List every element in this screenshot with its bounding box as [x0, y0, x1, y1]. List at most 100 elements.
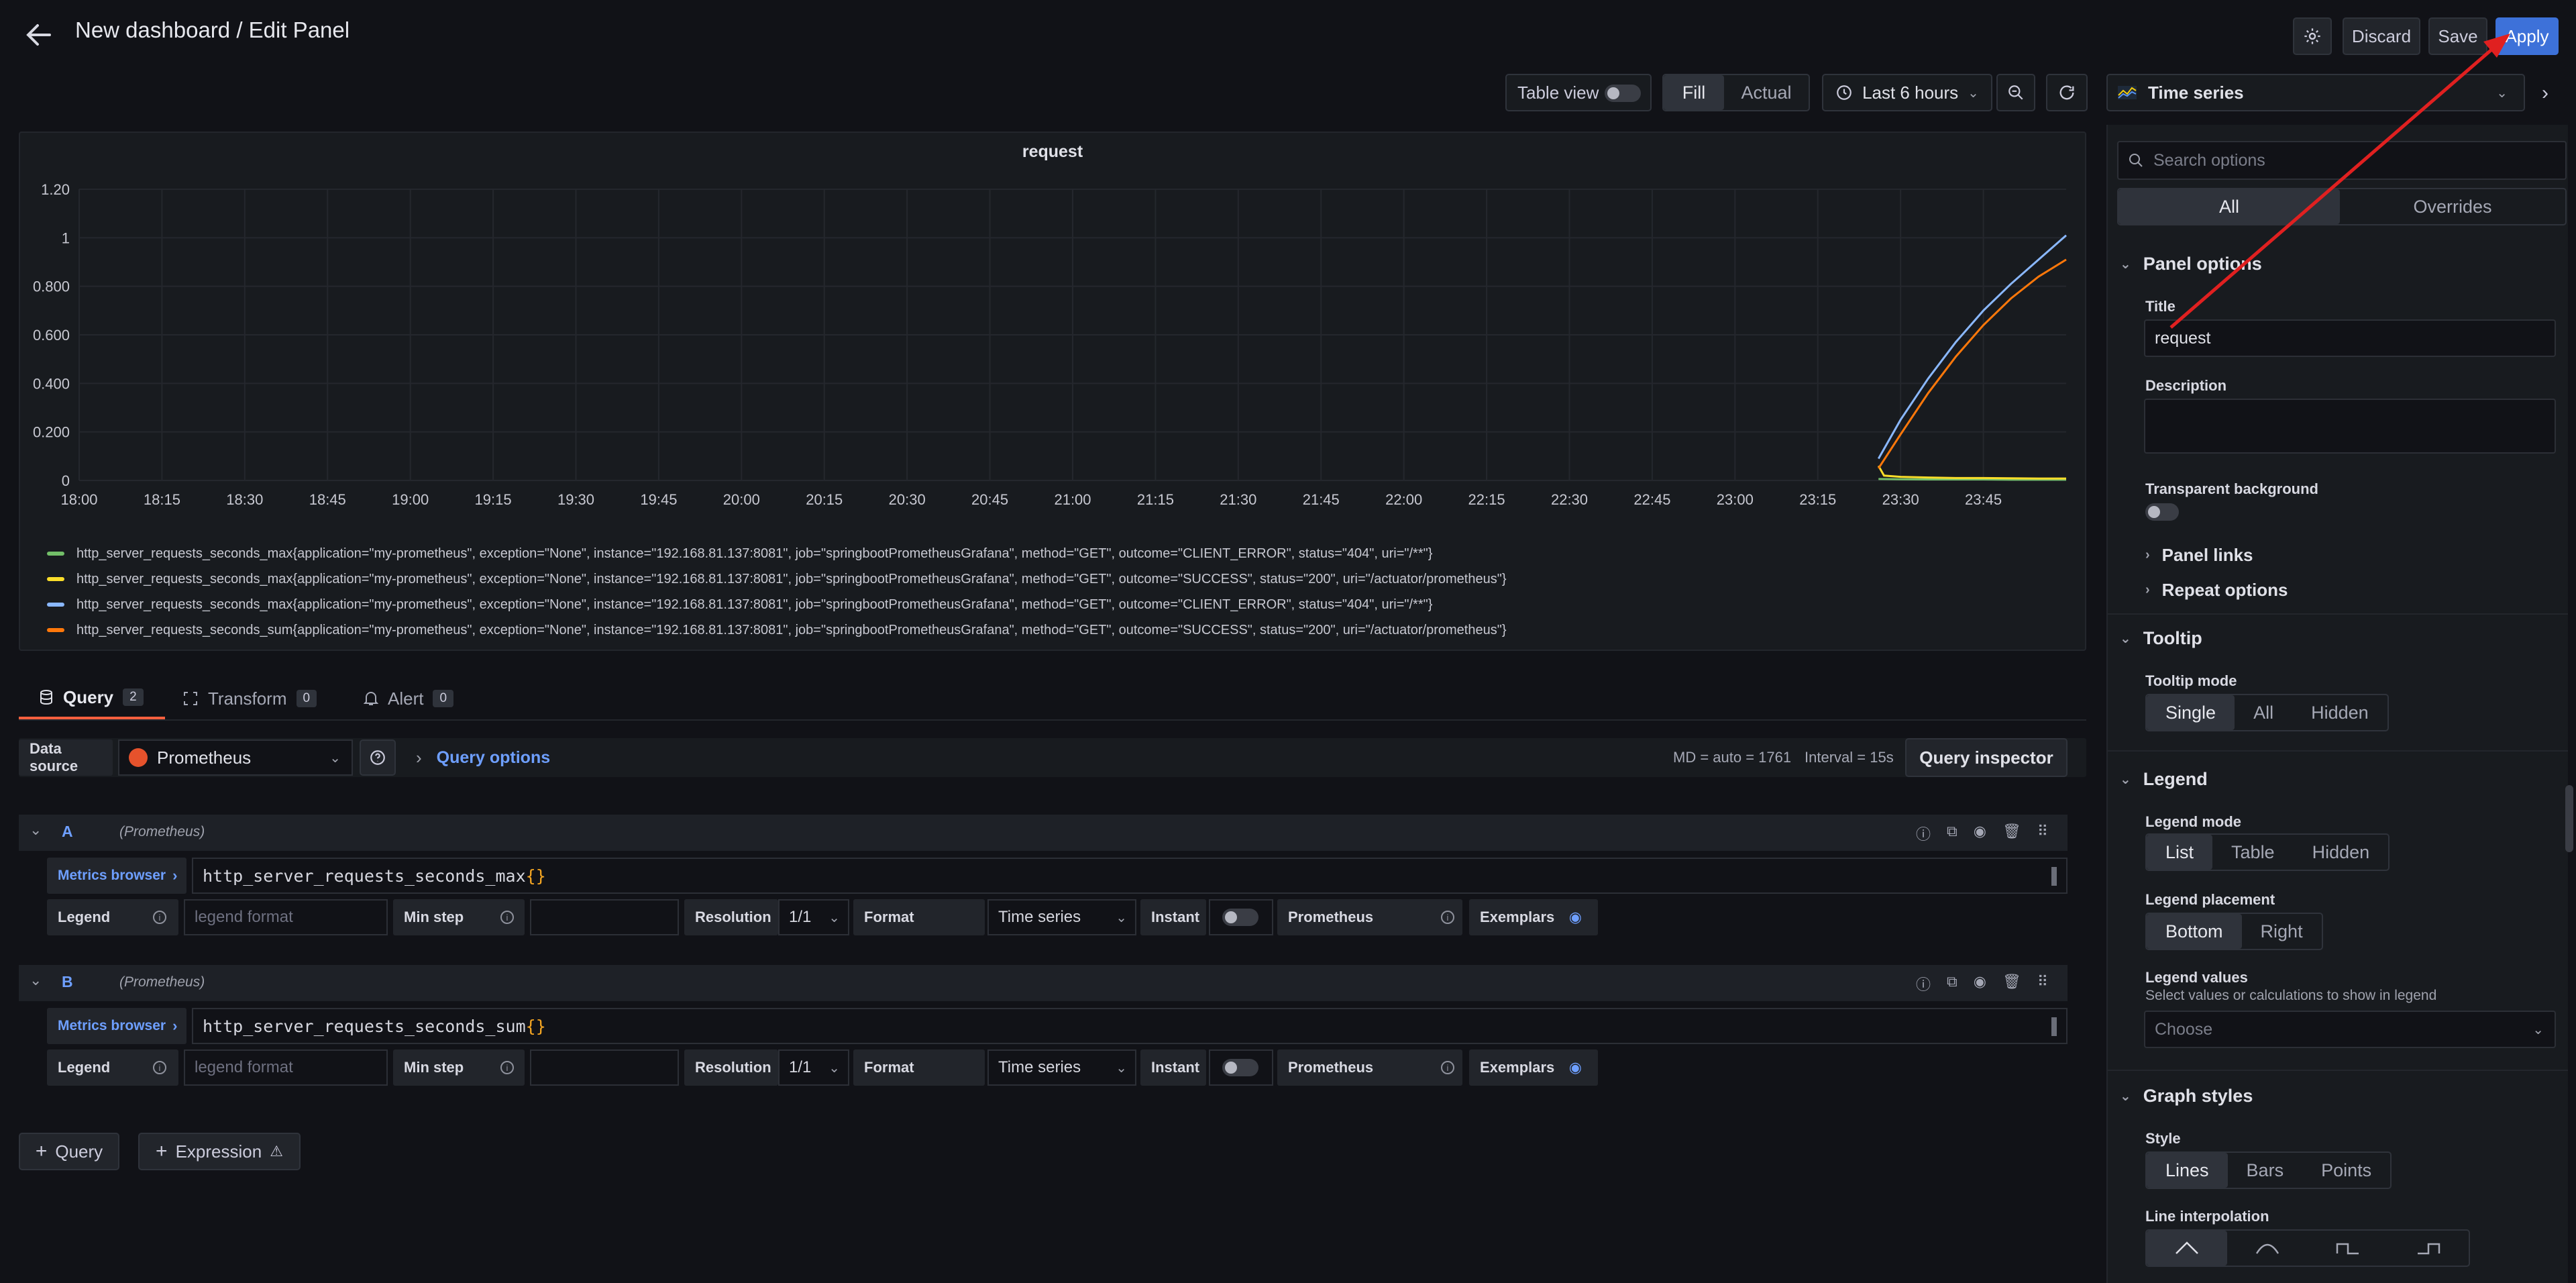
- style-toggle[interactable]: Lines Bars Points: [2145, 1151, 2392, 1189]
- instant-switch[interactable]: [1222, 909, 1258, 926]
- interpolation-step-before-option[interactable]: [2308, 1231, 2388, 1266]
- fill-actual-toggle[interactable]: Fill Actual: [1662, 74, 1810, 111]
- instant-toggle-b[interactable]: [1209, 1049, 1273, 1086]
- legend-placement-toggle[interactable]: Bottom Right: [2145, 913, 2323, 950]
- trash-icon[interactable]: 🗑: [2002, 973, 2021, 994]
- table-view-switch[interactable]: [1605, 85, 1641, 102]
- interpolation-smooth-option[interactable]: [2227, 1231, 2308, 1266]
- format-select-b[interactable]: Time series ⌄: [987, 1049, 1136, 1086]
- repeat-options-section[interactable]: › Repeat options: [2145, 580, 2288, 601]
- instant-switch[interactable]: [1222, 1059, 1258, 1076]
- placement-bottom-option[interactable]: Bottom: [2147, 914, 2242, 949]
- min-step-input-b[interactable]: [530, 1049, 679, 1086]
- resolution-select-b[interactable]: 1/1 ⌄: [778, 1049, 849, 1086]
- legend-item[interactable]: http_server_requests_seconds_max{applica…: [47, 566, 2059, 592]
- interpolation-linear-option[interactable]: [2147, 1231, 2227, 1266]
- legend-hidden-option[interactable]: Hidden: [2294, 835, 2389, 870]
- tooltip-single-option[interactable]: Single: [2147, 695, 2235, 730]
- legend-item[interactable]: http_server_requests_seconds_max{applica…: [47, 592, 2059, 617]
- collapse-query-a-icon[interactable]: ⌄: [30, 821, 42, 839]
- exemplars-label-b[interactable]: Exemplars ◉: [1469, 1049, 1598, 1086]
- query-a-expression-input[interactable]: http_server_requests_seconds_max{}: [192, 858, 2068, 894]
- trash-icon[interactable]: 🗑: [2002, 823, 2021, 844]
- query-b-letter[interactable]: B: [62, 973, 73, 991]
- refresh-button[interactable]: [2046, 74, 2088, 111]
- legend-mode-toggle[interactable]: List Table Hidden: [2145, 833, 2390, 871]
- alert-tab[interactable]: Alert 0: [364, 678, 454, 719]
- description-textarea[interactable]: [2144, 399, 2556, 454]
- eye-icon[interactable]: ◉: [1974, 823, 1986, 844]
- style-bars-option[interactable]: Bars: [2228, 1153, 2303, 1188]
- min-step-input-a[interactable]: [530, 899, 679, 935]
- datasource-picker[interactable]: Prometheus ⌄: [118, 739, 353, 776]
- drag-handle-icon[interactable]: ⠿: [2037, 823, 2048, 844]
- scrollbar-thumb[interactable]: [2051, 867, 2057, 886]
- eye-icon[interactable]: ◉: [1974, 973, 1986, 994]
- transform-tab[interactable]: Transform 0: [182, 678, 317, 719]
- tooltip-hidden-option[interactable]: Hidden: [2292, 695, 2387, 730]
- eye-icon[interactable]: ◉: [1569, 1059, 1582, 1076]
- fill-option[interactable]: Fill: [1664, 75, 1724, 110]
- tooltip-section[interactable]: ⌄ Tooltip: [2120, 628, 2202, 649]
- zoom-out-button[interactable]: [1996, 74, 2035, 111]
- back-arrow-icon[interactable]: [24, 20, 54, 50]
- options-scrollbar[interactable]: [2565, 785, 2573, 852]
- line-interpolation-toggle[interactable]: [2145, 1229, 2470, 1267]
- graph-styles-section[interactable]: ⌄ Graph styles: [2120, 1086, 2253, 1107]
- title-input[interactable]: request: [2144, 319, 2556, 357]
- panel-links-section[interactable]: › Panel links: [2145, 545, 2253, 566]
- all-option[interactable]: All: [2118, 189, 2340, 224]
- help-icon[interactable]: ⓘ: [1916, 973, 1931, 994]
- query-options-toggle[interactable]: › Query options: [402, 739, 550, 776]
- legend-format-input-a[interactable]: legend format: [184, 899, 388, 935]
- legend-values-select[interactable]: Choose ⌄: [2144, 1011, 2556, 1048]
- transparent-background-switch[interactable]: [2145, 503, 2179, 521]
- search-options-input[interactable]: Search options: [2117, 141, 2567, 180]
- query-tab[interactable]: Query 2: [19, 678, 165, 719]
- time-range-picker[interactable]: Last 6 hours ⌄: [1822, 74, 1992, 111]
- legend-section[interactable]: ⌄ Legend: [2120, 769, 2208, 790]
- panel-options-section[interactable]: ⌄ Panel options: [2120, 254, 2262, 274]
- instant-toggle-a[interactable]: [1209, 899, 1273, 935]
- scrollbar-thumb[interactable]: [2051, 1017, 2057, 1036]
- add-expression-button[interactable]: + Expression ⚠: [138, 1133, 301, 1170]
- tooltip-mode-toggle[interactable]: Single All Hidden: [2145, 694, 2389, 731]
- metrics-browser-button-b[interactable]: Metrics browser ›: [47, 1008, 186, 1044]
- query-a-header[interactable]: [19, 815, 2068, 851]
- exemplars-label-a[interactable]: Exemplars ◉: [1469, 899, 1598, 935]
- legend-format-input-b[interactable]: legend format: [184, 1049, 388, 1086]
- visualization-picker[interactable]: Time series ⌄: [2106, 74, 2525, 111]
- duplicate-icon[interactable]: ⧉: [1947, 973, 1957, 994]
- collapse-query-b-icon[interactable]: ⌄: [30, 972, 42, 989]
- collapse-options-icon[interactable]: ›: [2532, 76, 2559, 110]
- apply-button[interactable]: Apply: [2496, 17, 2559, 55]
- settings-button[interactable]: [2293, 17, 2332, 55]
- legend-list-option[interactable]: List: [2147, 835, 2213, 870]
- save-button[interactable]: Save: [2428, 17, 2487, 55]
- placement-right-option[interactable]: Right: [2242, 914, 2322, 949]
- eye-icon[interactable]: ◉: [1569, 909, 1582, 926]
- drag-handle-icon[interactable]: ⠿: [2037, 973, 2048, 994]
- tooltip-all-option[interactable]: All: [2235, 695, 2292, 730]
- style-points-option[interactable]: Points: [2302, 1153, 2390, 1188]
- actual-option[interactable]: Actual: [1724, 75, 1809, 110]
- add-query-button[interactable]: + Query: [19, 1133, 119, 1170]
- overrides-option[interactable]: Overrides: [2340, 189, 2565, 224]
- help-icon[interactable]: ⓘ: [1916, 823, 1931, 844]
- all-overrides-toggle[interactable]: All Overrides: [2117, 188, 2567, 225]
- legend-item[interactable]: http_server_requests_seconds_max{applica…: [47, 541, 2059, 566]
- datasource-help-button[interactable]: [360, 739, 396, 776]
- legend-item[interactable]: http_server_requests_seconds_sum{applica…: [47, 617, 2059, 643]
- style-lines-option[interactable]: Lines: [2147, 1153, 2228, 1188]
- resolution-select-a[interactable]: 1/1 ⌄: [778, 899, 849, 935]
- duplicate-icon[interactable]: ⧉: [1947, 823, 1957, 844]
- query-b-header[interactable]: [19, 965, 2068, 1001]
- query-inspector-button[interactable]: Query inspector: [1905, 738, 2068, 777]
- query-a-letter[interactable]: A: [62, 823, 73, 841]
- format-select-a[interactable]: Time series ⌄: [987, 899, 1136, 935]
- metrics-browser-button-a[interactable]: Metrics browser ›: [47, 858, 186, 894]
- discard-button[interactable]: Discard: [2343, 17, 2420, 55]
- interpolation-step-after-option[interactable]: [2388, 1231, 2469, 1266]
- table-view-toggle[interactable]: Table view: [1505, 74, 1652, 111]
- legend-table-option[interactable]: Table: [2212, 835, 2294, 870]
